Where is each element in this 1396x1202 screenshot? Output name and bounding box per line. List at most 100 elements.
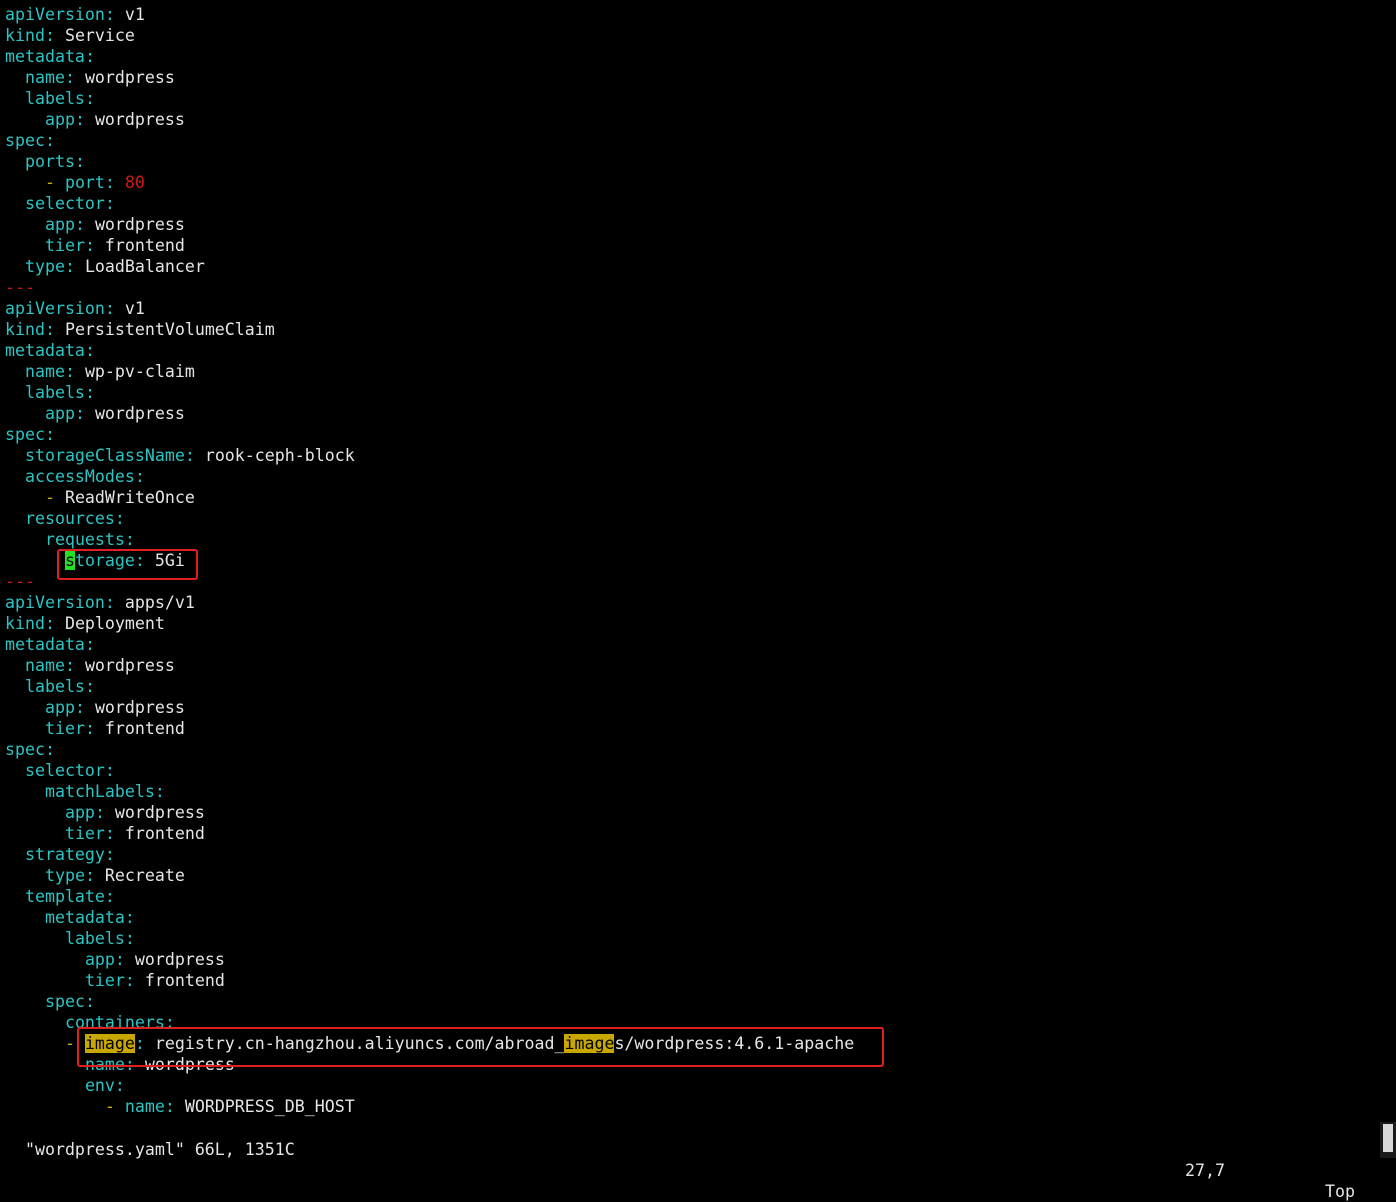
yaml-number: 80: [124, 173, 145, 192]
code-line: name: wordpress: [5, 67, 1376, 88]
code-line: labels:: [5, 676, 1376, 697]
code-line: labels:: [5, 928, 1376, 949]
yaml-key: tier: [44, 236, 85, 255]
code-line: kind: PersistentVolumeClaim: [5, 319, 1376, 340]
yaml-punct: :: [64, 362, 85, 381]
search-match: image: [564, 1034, 615, 1053]
code-line: requests:: [5, 529, 1376, 550]
code-line: metadata:: [5, 46, 1376, 67]
code-line: spec:: [5, 991, 1376, 1012]
scrollbar-thumb[interactable]: [1383, 1124, 1393, 1152]
yaml-punct: :: [124, 971, 145, 990]
vim-status-line: "wordpress.yaml" 66L, 1351C 27,7 Top: [5, 1118, 1375, 1201]
yaml-key: selector: [24, 761, 105, 780]
status-cursor-position: 27,7: [1185, 1161, 1225, 1180]
yaml-punct: :: [104, 761, 115, 780]
yaml-key: template: [24, 887, 105, 906]
yaml-doc-separator: ---: [5, 278, 35, 297]
code-line: resources:: [5, 508, 1376, 529]
code-line: app: wordpress: [5, 802, 1376, 823]
yaml-value: WORDPRESS_DB_HOST: [184, 1097, 355, 1116]
yaml-punct: :: [104, 887, 115, 906]
yaml-key: metadata: [5, 341, 85, 360]
yaml-punct: :: [134, 551, 155, 570]
yaml-key: metadata: [5, 635, 85, 654]
yaml-key: spec: [5, 131, 45, 150]
code-line: tier: frontend: [5, 235, 1376, 256]
yaml-dash: -: [64, 1034, 85, 1053]
yaml-punct: :: [44, 320, 65, 339]
yaml-punct: :: [84, 635, 95, 654]
yaml-value: Deployment: [64, 614, 165, 633]
yaml-dash: -: [104, 1097, 125, 1116]
yaml-punct: :: [134, 1034, 155, 1053]
status-file-info: "wordpress.yaml" 66L, 1351C: [24, 1140, 295, 1159]
code-line: template:: [5, 886, 1376, 907]
yaml-punct: :: [74, 404, 95, 423]
yaml-key: spec: [5, 740, 45, 759]
code-line: ports:: [5, 151, 1376, 172]
yaml-value: wordpress: [84, 68, 175, 87]
yaml-punct: :: [44, 740, 55, 759]
yaml-key: app: [44, 215, 75, 234]
yaml-key: accessModes: [24, 467, 135, 486]
code-line: storageClassName: rook-ceph-block: [5, 445, 1376, 466]
yaml-punct: :: [94, 803, 115, 822]
yaml-value: Recreate: [104, 866, 185, 885]
status-scroll-position: Top: [1325, 1182, 1355, 1201]
yaml-punct: :: [84, 719, 105, 738]
yaml-punct: :: [114, 509, 125, 528]
yaml-punct: :: [84, 866, 105, 885]
yaml-value: PersistentVolumeClaim: [64, 320, 275, 339]
code-line: name: wordpress: [5, 1054, 1376, 1075]
code-line: app: wordpress: [5, 949, 1376, 970]
yaml-value: v1: [124, 5, 145, 24]
yaml-value: LoadBalancer: [84, 257, 205, 276]
code-line: containers:: [5, 1012, 1376, 1033]
yaml-value: wordpress: [144, 1055, 235, 1074]
yaml-punct: :: [104, 845, 115, 864]
scrollbar[interactable]: [1380, 1122, 1396, 1158]
yaml-punct: :: [124, 908, 135, 927]
yaml-key: port: [64, 173, 105, 192]
code-line: apiVersion: v1: [5, 298, 1376, 319]
yaml-value: registry.cn-hangzhou.aliyuncs.com/abroad…: [154, 1034, 565, 1053]
code-line: type: Recreate: [5, 865, 1376, 886]
yaml-key: strategy: [24, 845, 105, 864]
yaml-key: tier: [84, 971, 125, 990]
yaml-punct: :: [74, 698, 95, 717]
yaml-punct: :: [74, 152, 85, 171]
yaml-punct: :: [44, 26, 65, 45]
code-line: env:: [5, 1075, 1376, 1096]
yaml-value: wordpress: [114, 803, 205, 822]
yaml-punct: :: [154, 782, 165, 801]
vim-editor-buffer[interactable]: apiVersion: v1 kind: Service metadata: nam…: [5, 4, 1376, 1117]
yaml-key: type: [44, 866, 85, 885]
code-line: kind: Service: [5, 25, 1376, 46]
code-line: selector:: [5, 193, 1376, 214]
yaml-punct: :: [44, 425, 55, 444]
yaml-punct: :: [124, 530, 135, 549]
yaml-key: spec: [5, 425, 45, 444]
code-line: metadata:: [5, 340, 1376, 361]
yaml-key: labels: [64, 929, 125, 948]
yaml-value: frontend: [104, 719, 185, 738]
yaml-punct: :: [74, 215, 95, 234]
